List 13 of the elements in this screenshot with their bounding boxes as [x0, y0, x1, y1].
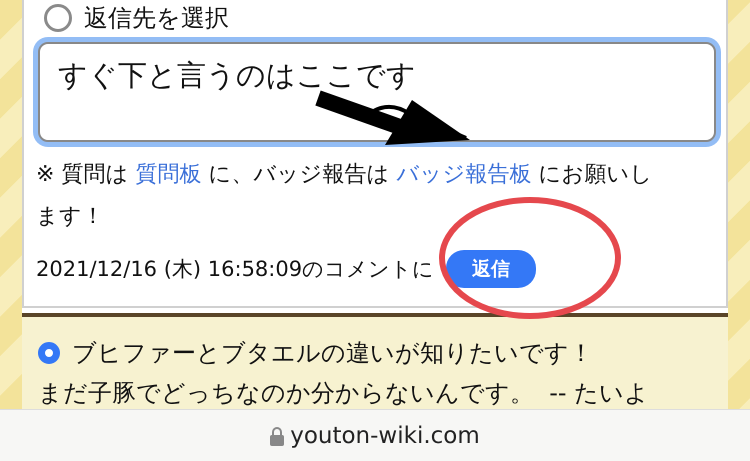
url-text: youton-wiki.com	[290, 422, 480, 449]
note-text: ※ 質問は 質問板 に、バッジ報告は バッジ報告板 にお願いします！	[36, 161, 654, 231]
comment-field[interactable]: すぐ下と言うのはここです	[38, 42, 716, 142]
board-link[interactable]: 質問板	[135, 162, 202, 187]
radio-button[interactable]	[44, 4, 72, 32]
reply-button[interactable]: 返信	[446, 250, 536, 288]
radio-button[interactable]	[38, 342, 60, 364]
comment-timestamp: 2021/12/16 (木) 16:58:09のコメントに	[36, 256, 434, 283]
topic-body: まだ子豚でどっちなのか分からないんです。 -- たいよ	[38, 378, 650, 410]
address-bar[interactable]: youton-wiki.com	[0, 409, 750, 461]
board-link[interactable]: バッジ報告板	[396, 162, 532, 187]
radio-label: 返信先を選択	[84, 3, 229, 34]
topic-title: ブヒファーとブタエルの違いが知りたいです！	[72, 338, 593, 370]
